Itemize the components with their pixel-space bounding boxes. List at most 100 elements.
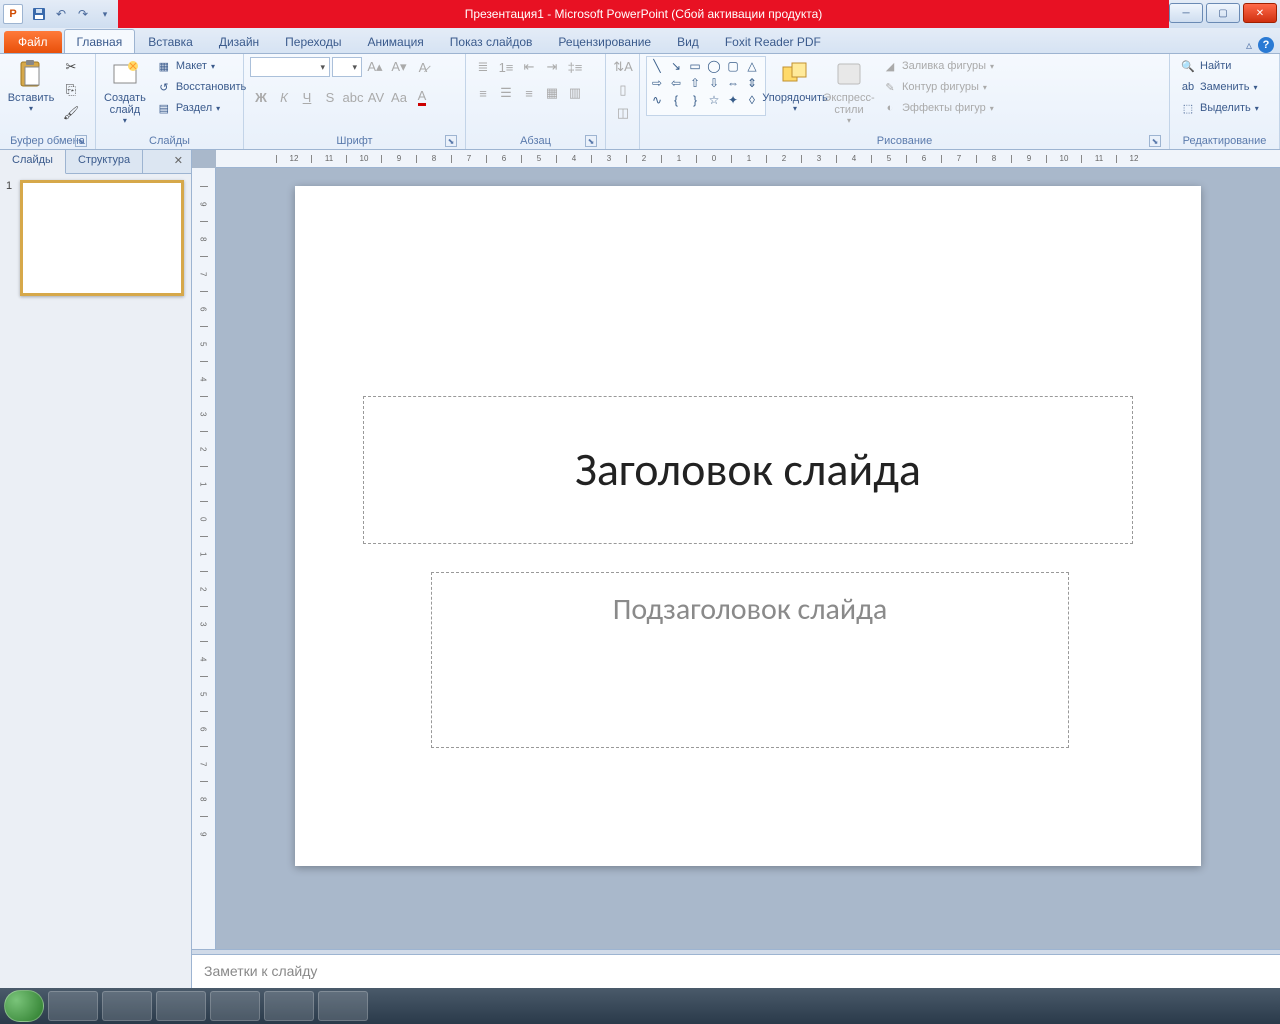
side-tab-slides[interactable]: Слайды bbox=[0, 150, 66, 174]
minimize-ribbon-icon[interactable]: ▵ bbox=[1246, 38, 1252, 52]
shape-arr-u-icon[interactable]: ⇧ bbox=[687, 76, 703, 90]
underline-icon[interactable]: Ч bbox=[296, 86, 318, 108]
format-painter-icon[interactable]: 🖌 bbox=[60, 102, 82, 124]
shape-brace2-icon[interactable]: } bbox=[687, 93, 703, 107]
shape-star-icon[interactable]: ☆ bbox=[706, 93, 722, 107]
task-item[interactable] bbox=[264, 991, 314, 1021]
justify-icon[interactable]: ▦ bbox=[541, 82, 563, 104]
replace-button[interactable]: abЗаменить ▾ bbox=[1176, 77, 1261, 97]
shape-callout-icon[interactable]: ◊ bbox=[744, 93, 760, 107]
cut-icon[interactable]: ✂ bbox=[60, 56, 82, 78]
align-text-icon[interactable]: ▯ bbox=[612, 79, 634, 101]
minimize-button[interactable]: ─ bbox=[1169, 3, 1203, 23]
shape-arrow-icon[interactable]: ↘ bbox=[668, 59, 684, 73]
tab-review[interactable]: Рецензирование bbox=[545, 29, 664, 53]
redo-icon[interactable]: ↷ bbox=[74, 5, 92, 23]
maximize-button[interactable]: ▢ bbox=[1206, 3, 1240, 23]
shape-curve-icon[interactable]: ∿ bbox=[649, 93, 665, 107]
paragraph-launcher-icon[interactable]: ⬊ bbox=[585, 135, 597, 147]
tab-home[interactable]: Главная bbox=[64, 29, 136, 53]
undo-icon[interactable]: ↶ bbox=[52, 5, 70, 23]
shadow-icon[interactable]: abc bbox=[342, 86, 364, 108]
tab-file[interactable]: Файл bbox=[4, 31, 62, 53]
italic-icon[interactable]: К bbox=[273, 86, 295, 108]
new-slide-button[interactable]: Создать слайд▾ bbox=[102, 56, 148, 127]
tab-design[interactable]: Дизайн bbox=[206, 29, 272, 53]
save-icon[interactable] bbox=[30, 5, 48, 23]
title-placeholder[interactable]: Заголовок слайда bbox=[363, 396, 1133, 544]
bullets-icon[interactable]: ≣ bbox=[472, 56, 494, 78]
tab-animations[interactable]: Анимация bbox=[354, 29, 436, 53]
shape-tri-icon[interactable]: △ bbox=[744, 59, 760, 73]
shape-rect-icon[interactable]: ▭ bbox=[687, 59, 703, 73]
text-direction-icon[interactable]: ⇅A bbox=[612, 56, 634, 78]
close-button[interactable]: ✕ bbox=[1243, 3, 1277, 23]
clipboard-launcher-icon[interactable]: ⬊ bbox=[75, 135, 87, 147]
subtitle-placeholder[interactable]: Подзаголовок слайда bbox=[431, 572, 1069, 748]
task-item[interactable] bbox=[102, 991, 152, 1021]
shape-outline-button[interactable]: ✎Контур фигуры ▾ bbox=[878, 77, 998, 97]
columns-icon[interactable]: ▥ bbox=[564, 82, 586, 104]
side-panel-close-icon[interactable]: ✕ bbox=[166, 150, 191, 173]
indent-inc-icon[interactable]: ⇥ bbox=[541, 56, 563, 78]
select-button[interactable]: ⬚Выделить ▾ bbox=[1176, 98, 1263, 118]
shape-oval-icon[interactable]: ◯ bbox=[706, 59, 722, 73]
tab-transitions[interactable]: Переходы bbox=[272, 29, 354, 53]
spacing-icon[interactable]: AV bbox=[365, 86, 387, 108]
line-spacing-icon[interactable]: ‡≡ bbox=[564, 56, 586, 78]
bold-icon[interactable]: Ж bbox=[250, 86, 272, 108]
thumbnail-preview[interactable] bbox=[20, 180, 184, 296]
task-item[interactable] bbox=[210, 991, 260, 1021]
arrange-button[interactable]: Упорядочить▾ bbox=[770, 56, 820, 115]
align-right-icon[interactable]: ≡ bbox=[518, 82, 540, 104]
shape-fill-button[interactable]: ◢Заливка фигуры ▾ bbox=[878, 56, 998, 76]
find-button[interactable]: 🔍Найти bbox=[1176, 56, 1235, 76]
shape-rrect-icon[interactable]: ▢ bbox=[725, 59, 741, 73]
paste-button[interactable]: Вставить▾ bbox=[6, 56, 56, 115]
shape-line-icon[interactable]: ╲ bbox=[649, 59, 665, 73]
shape-effects-button[interactable]: ◐Эффекты фигур ▾ bbox=[878, 98, 998, 118]
slide-canvas[interactable]: Заголовок слайда Подзаголовок слайда bbox=[295, 186, 1201, 866]
section-button[interactable]: ▤Раздел ▾ bbox=[152, 98, 250, 118]
grow-font-icon[interactable]: A▴ bbox=[364, 56, 386, 78]
canvas-wrap[interactable]: Заголовок слайда Подзаголовок слайда bbox=[216, 168, 1280, 949]
font-launcher-icon[interactable]: ⬊ bbox=[445, 135, 457, 147]
layout-button[interactable]: ▦Макет ▾ bbox=[152, 56, 250, 76]
numbering-icon[interactable]: 1≡ bbox=[495, 56, 517, 78]
copy-icon[interactable]: ⎘ bbox=[60, 79, 82, 101]
smartart-icon[interactable]: ◫ bbox=[612, 102, 634, 124]
shape-star5-icon[interactable]: ✦ bbox=[725, 93, 741, 107]
side-tab-outline[interactable]: Структура bbox=[66, 150, 143, 173]
quick-styles-button[interactable]: Экспресс-стили▾ bbox=[824, 56, 874, 127]
shape-arr-r-icon[interactable]: ⇨ bbox=[649, 76, 665, 90]
case-icon[interactable]: Aa bbox=[388, 86, 410, 108]
shape-lr-icon[interactable]: ⇔ bbox=[725, 76, 741, 90]
align-center-icon[interactable]: ☰ bbox=[495, 82, 517, 104]
shape-arr-d-icon[interactable]: ⇩ bbox=[706, 76, 722, 90]
tab-slideshow[interactable]: Показ слайдов bbox=[437, 29, 546, 53]
reset-button[interactable]: ↺Восстановить bbox=[152, 77, 250, 97]
qat-dropdown-icon[interactable]: ▾ bbox=[96, 5, 114, 23]
start-button[interactable] bbox=[4, 990, 44, 1022]
task-item[interactable] bbox=[48, 991, 98, 1021]
font-size-combo[interactable] bbox=[332, 57, 362, 77]
shrink-font-icon[interactable]: A▾ bbox=[388, 56, 410, 78]
clear-format-icon[interactable]: A̷ bbox=[412, 56, 434, 78]
task-item[interactable] bbox=[156, 991, 206, 1021]
thumbnail-item[interactable]: 1 bbox=[6, 180, 185, 296]
strike-icon[interactable]: S bbox=[319, 86, 341, 108]
font-family-combo[interactable] bbox=[250, 57, 330, 77]
shape-arr-l-icon[interactable]: ⇦ bbox=[668, 76, 684, 90]
shape-ud-icon[interactable]: ⇕ bbox=[744, 76, 760, 90]
align-left-icon[interactable]: ≡ bbox=[472, 82, 494, 104]
font-color-icon[interactable]: A bbox=[411, 86, 433, 108]
tab-insert[interactable]: Вставка bbox=[135, 29, 206, 53]
tab-view[interactable]: Вид bbox=[664, 29, 712, 53]
task-item[interactable] bbox=[318, 991, 368, 1021]
indent-dec-icon[interactable]: ⇤ bbox=[518, 56, 540, 78]
tab-foxit[interactable]: Foxit Reader PDF bbox=[712, 29, 834, 53]
help-icon[interactable]: ? bbox=[1258, 37, 1274, 53]
shape-brace-icon[interactable]: { bbox=[668, 93, 684, 107]
drawing-launcher-icon[interactable]: ⬊ bbox=[1149, 135, 1161, 147]
shapes-gallery[interactable]: ╲↘▭◯▢△ ⇨⇦⇧⇩⇔⇕ ∿{}☆✦◊ bbox=[646, 56, 766, 116]
